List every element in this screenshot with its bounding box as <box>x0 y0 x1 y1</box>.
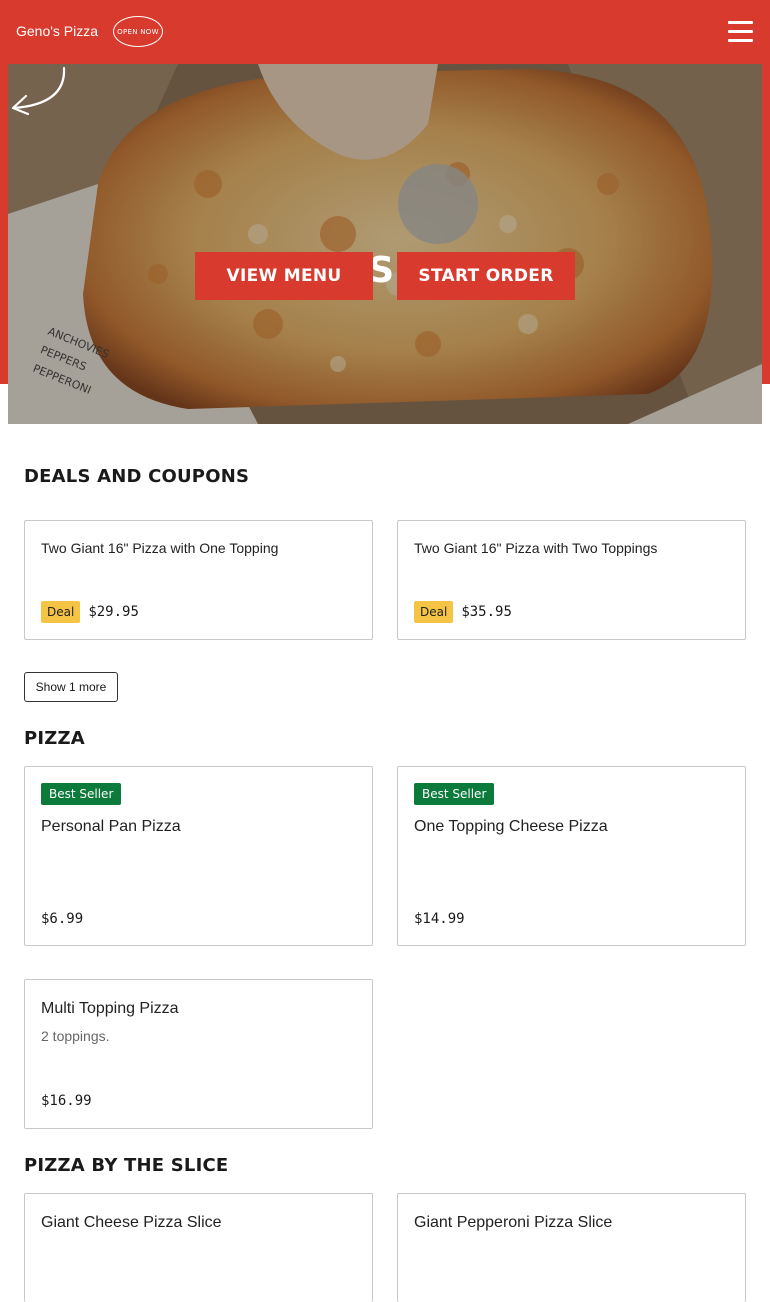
slices-section-title: PIZZA BY THE SLICE <box>24 1155 229 1176</box>
deal-price: $35.95 <box>461 604 512 620</box>
deal-badge: Deal <box>41 601 81 623</box>
item-price: $16.99 <box>41 1093 92 1109</box>
show-more-deals-button[interactable]: Show 1 more <box>24 672 118 702</box>
deal-name: Two Giant 16" Pizza with Two Toppings <box>414 540 658 556</box>
brand-name[interactable]: Geno's Pizza <box>16 23 98 39</box>
item-price: $14.99 <box>414 911 465 927</box>
menu-item-card[interactable]: Giant Cheese Pizza Slice <box>24 1193 373 1302</box>
hamburger-menu-icon[interactable] <box>728 21 756 45</box>
curved-arrow-icon <box>11 66 66 116</box>
pizza-photo <box>8 64 762 424</box>
best-seller-badge: Best Seller <box>41 783 122 805</box>
deal-card[interactable]: Two Giant 16" Pizza with Two Toppings De… <box>397 520 746 640</box>
top-navbar: Geno's Pizza OPEN NOW <box>0 0 770 64</box>
deals-section-title: DEALS AND COUPONS <box>24 466 250 487</box>
view-menu-button[interactable]: VIEW MENU <box>195 252 373 300</box>
hero-title: GENO'S PIZZA <box>239 250 531 291</box>
menu-item-card[interactable]: Best Seller One Topping Cheese Pizza $14… <box>397 766 746 946</box>
menu-item-card[interactable]: Multi Topping Pizza 2 toppings. $16.99 <box>24 979 373 1129</box>
hero-banner: ANCHOVIES PEPPERS PEPPERONI GENO'S PIZZA… <box>8 64 762 424</box>
deal-price: $29.95 <box>88 604 139 620</box>
deal-name: Two Giant 16" Pizza with One Topping <box>41 540 279 556</box>
item-name: Giant Cheese Pizza Slice <box>41 1214 222 1231</box>
item-description: 2 toppings. <box>41 1028 110 1044</box>
open-now-badge: OPEN NOW <box>113 16 163 47</box>
menu-item-card[interactable]: Best Seller Personal Pan Pizza $6.99 <box>24 766 373 946</box>
item-name: Personal Pan Pizza <box>41 818 181 835</box>
item-name: One Topping Cheese Pizza <box>414 818 608 835</box>
item-name: Giant Pepperoni Pizza Slice <box>414 1214 613 1231</box>
item-name: Multi Topping Pizza <box>41 1000 179 1017</box>
best-seller-badge: Best Seller <box>414 783 495 805</box>
item-price: $6.99 <box>41 911 84 927</box>
menu-item-card[interactable]: Giant Pepperoni Pizza Slice <box>397 1193 746 1302</box>
pizza-section-title: PIZZA <box>24 728 85 749</box>
deal-badge: Deal <box>414 601 454 623</box>
start-order-button[interactable]: START ORDER <box>397 252 575 300</box>
deal-card[interactable]: Two Giant 16" Pizza with One Topping Dea… <box>24 520 373 640</box>
